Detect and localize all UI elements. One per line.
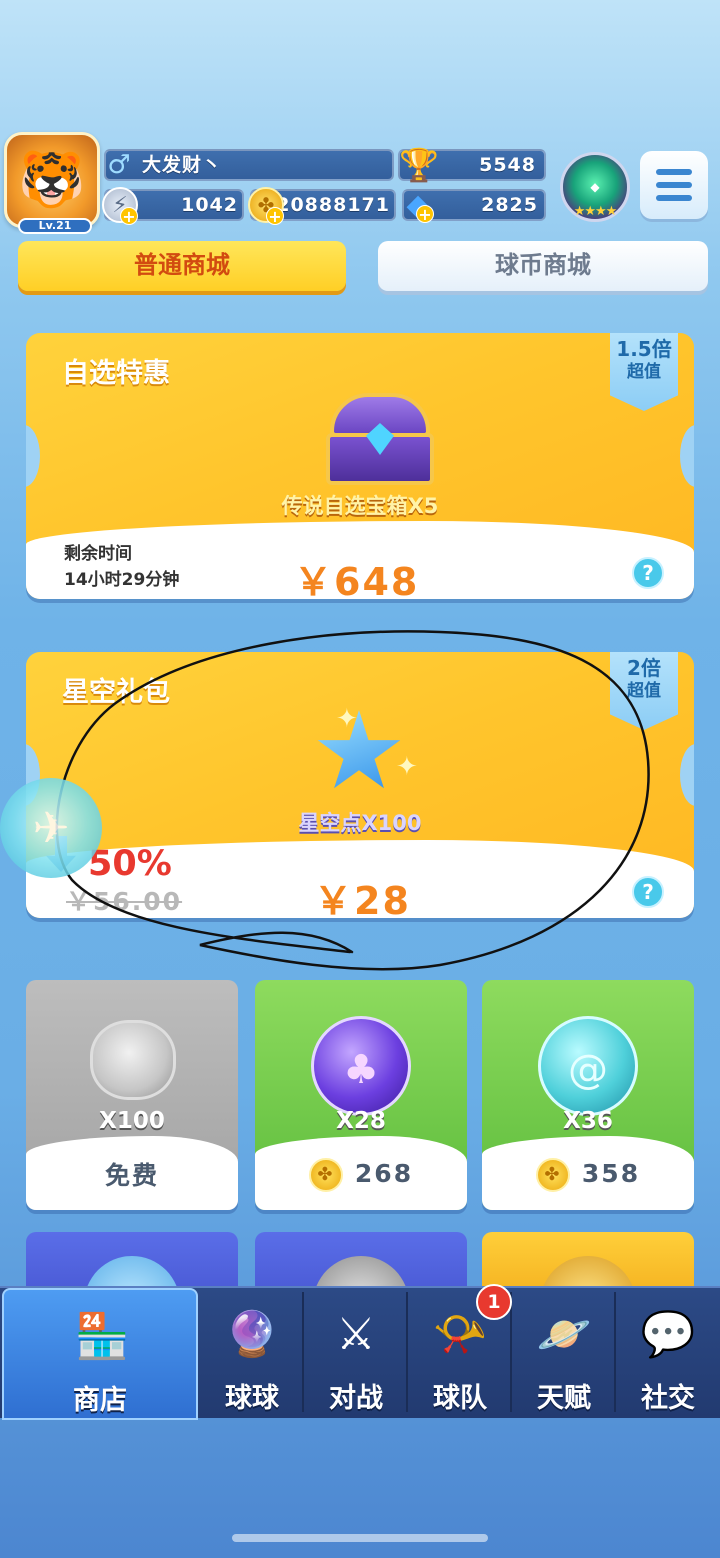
offer-item-name: 传说自选宝箱X5 — [281, 494, 439, 518]
nav-balls[interactable]: 🔮 球球 — [200, 1288, 304, 1420]
help-icon[interactable]: ? — [632, 876, 664, 908]
coin-icon: ✤ — [535, 1158, 570, 1192]
menu-line-icon — [656, 169, 692, 175]
sparkle-icon: ✦ — [396, 752, 418, 782]
emerald-icon: ◆ — [590, 180, 600, 194]
male-icon: ♂ — [107, 150, 131, 180]
value-ribbon: 1.5倍 超值 — [610, 333, 678, 411]
nav-label: 球队 — [433, 1383, 487, 1414]
nav-label: 对战 — [329, 1383, 383, 1414]
tab-ballcoin-shop[interactable]: 球币商城 — [378, 241, 708, 291]
nav-battle[interactable]: ⚔ 对战 — [304, 1288, 408, 1420]
nav-label: 社交 — [641, 1383, 695, 1414]
ribbon-label: 超值 — [627, 362, 661, 382]
time-left-value: 14小时29分钟 — [64, 570, 180, 590]
nav-label: 天赋 — [537, 1383, 591, 1414]
nav-social[interactable]: 💬 社交 — [616, 1288, 720, 1420]
item-price-row: ✤ 358 — [482, 1158, 694, 1192]
sparkle-icon: ✦ — [336, 704, 358, 734]
gem-count: 2825 — [481, 194, 538, 216]
original-price: ￥56.00 — [66, 887, 183, 916]
ribbon-label: 超值 — [627, 681, 661, 701]
menu-button[interactable] — [640, 151, 708, 219]
tiger-icon: 🐯 — [18, 148, 86, 211]
time-left-label: 剩余时间 — [64, 544, 132, 564]
offer-title: 星空礼包 — [62, 677, 170, 708]
planet-icon: 🪐 — [536, 1309, 592, 1360]
offer-card-custom-deal[interactable]: 自选特惠 1.5倍 超值 传说自选宝箱X5 剩余时间 14小时29分钟 ￥648… — [26, 333, 694, 599]
menu-line-icon — [656, 182, 692, 188]
coin-icon: ✤ — [308, 1158, 343, 1192]
tab-normal-shop[interactable]: 普通商城 — [18, 241, 346, 291]
item-quantity: X28 — [336, 1108, 386, 1134]
clover-orb-icon: ♣ — [311, 1016, 411, 1116]
offer-title: 自选特惠 — [62, 358, 170, 389]
item-price: 358 — [581, 1159, 641, 1188]
silver-coins-icon — [90, 1020, 176, 1100]
offer-price[interactable]: ￥648 — [294, 551, 419, 599]
nav-divider — [510, 1292, 512, 1412]
home-indicator[interactable] — [232, 1534, 488, 1542]
shop-icon: 🏪 — [74, 1311, 130, 1362]
bottom-nav: 🏪 商店 🔮 球球 ⚔ 对战 📯 球队 🪐 天赋 💬 社交 — [0, 1286, 720, 1420]
add-coin-icon[interactable]: + — [266, 207, 284, 226]
nav-talent[interactable]: 🪐 天赋 — [512, 1288, 616, 1420]
treasure-chest-icon — [326, 393, 434, 485]
floating-assist-button[interactable]: ✈ — [0, 778, 102, 878]
value-ribbon: 2倍 超值 — [610, 652, 678, 730]
add-gem-icon[interactable]: + — [416, 205, 434, 224]
card-notch — [680, 744, 694, 806]
swallow-icon: ✈ — [32, 802, 70, 854]
player-name: 大发财丶 — [142, 154, 223, 176]
chat-icon: 💬 — [640, 1309, 696, 1360]
item-price: 268 — [354, 1159, 414, 1188]
ball-icon: 🔮 — [224, 1309, 280, 1360]
nav-shop[interactable]: 🏪 商店 — [2, 1288, 198, 1420]
menu-line-icon — [656, 195, 692, 201]
discount-percent: 50% — [88, 844, 172, 884]
shop-item-partial[interactable] — [482, 1232, 694, 1292]
shop-item-purple-orb[interactable]: ♣ X28 ✤ 268 — [255, 980, 467, 1210]
player-avatar[interactable]: 🐯 — [4, 132, 100, 228]
coin-count: 20888171 — [276, 194, 390, 216]
shop-item-partial[interactable] — [26, 1232, 238, 1292]
nav-divider — [302, 1292, 304, 1412]
trophy-count: 5548 — [479, 154, 536, 176]
nav-divider — [614, 1292, 616, 1412]
add-stamina-icon[interactable]: + — [120, 207, 138, 226]
notification-badge: 1 — [476, 1284, 512, 1320]
swirl-orb-icon: @ — [538, 1016, 638, 1116]
item-quantity: X36 — [563, 1108, 613, 1134]
offer-item-name: 星空点X100 — [298, 811, 422, 835]
item-quantity: X100 — [99, 1108, 165, 1134]
offer-price[interactable]: ￥28 — [314, 870, 411, 918]
star-icon — [317, 710, 401, 789]
shop-item-coins[interactable]: X100 免费 — [26, 980, 238, 1210]
coin-icon[interactable]: ✤ + — [248, 187, 284, 226]
item-price: 免费 — [104, 1161, 159, 1190]
card-notch — [680, 425, 694, 487]
rank-stars: ★★★★ — [573, 204, 618, 219]
swords-icon: ⚔ — [336, 1308, 376, 1360]
card-notch — [26, 425, 40, 487]
nav-label: 商店 — [73, 1385, 127, 1416]
help-icon[interactable]: ? — [632, 557, 664, 589]
ribbon-multiplier: 2倍 — [627, 656, 661, 680]
shop-item-partial[interactable] — [255, 1232, 467, 1292]
nav-divider — [406, 1292, 408, 1412]
nav-label: 球球 — [225, 1383, 279, 1414]
trophy-icon: 🏆 — [399, 146, 439, 184]
stamina-icon[interactable]: ⚡ + — [102, 187, 138, 226]
shop-item-teal-orb[interactable]: @ X36 ✤ 358 — [482, 980, 694, 1210]
ribbon-multiplier: 1.5倍 — [616, 337, 672, 361]
gem-icon[interactable]: ◆ + — [400, 187, 436, 224]
player-name-bar: 大发财丶 — [104, 149, 394, 181]
offer-card-star-pack[interactable]: 星空礼包 2倍 超值 ✦ ✦ 星空点X100 50% ￥56.00 ￥28 ? — [26, 652, 694, 918]
level-badge: Lv.21 — [18, 218, 92, 234]
item-price-row: ✤ 268 — [255, 1158, 467, 1192]
stamina-count: 1042 — [181, 194, 238, 216]
